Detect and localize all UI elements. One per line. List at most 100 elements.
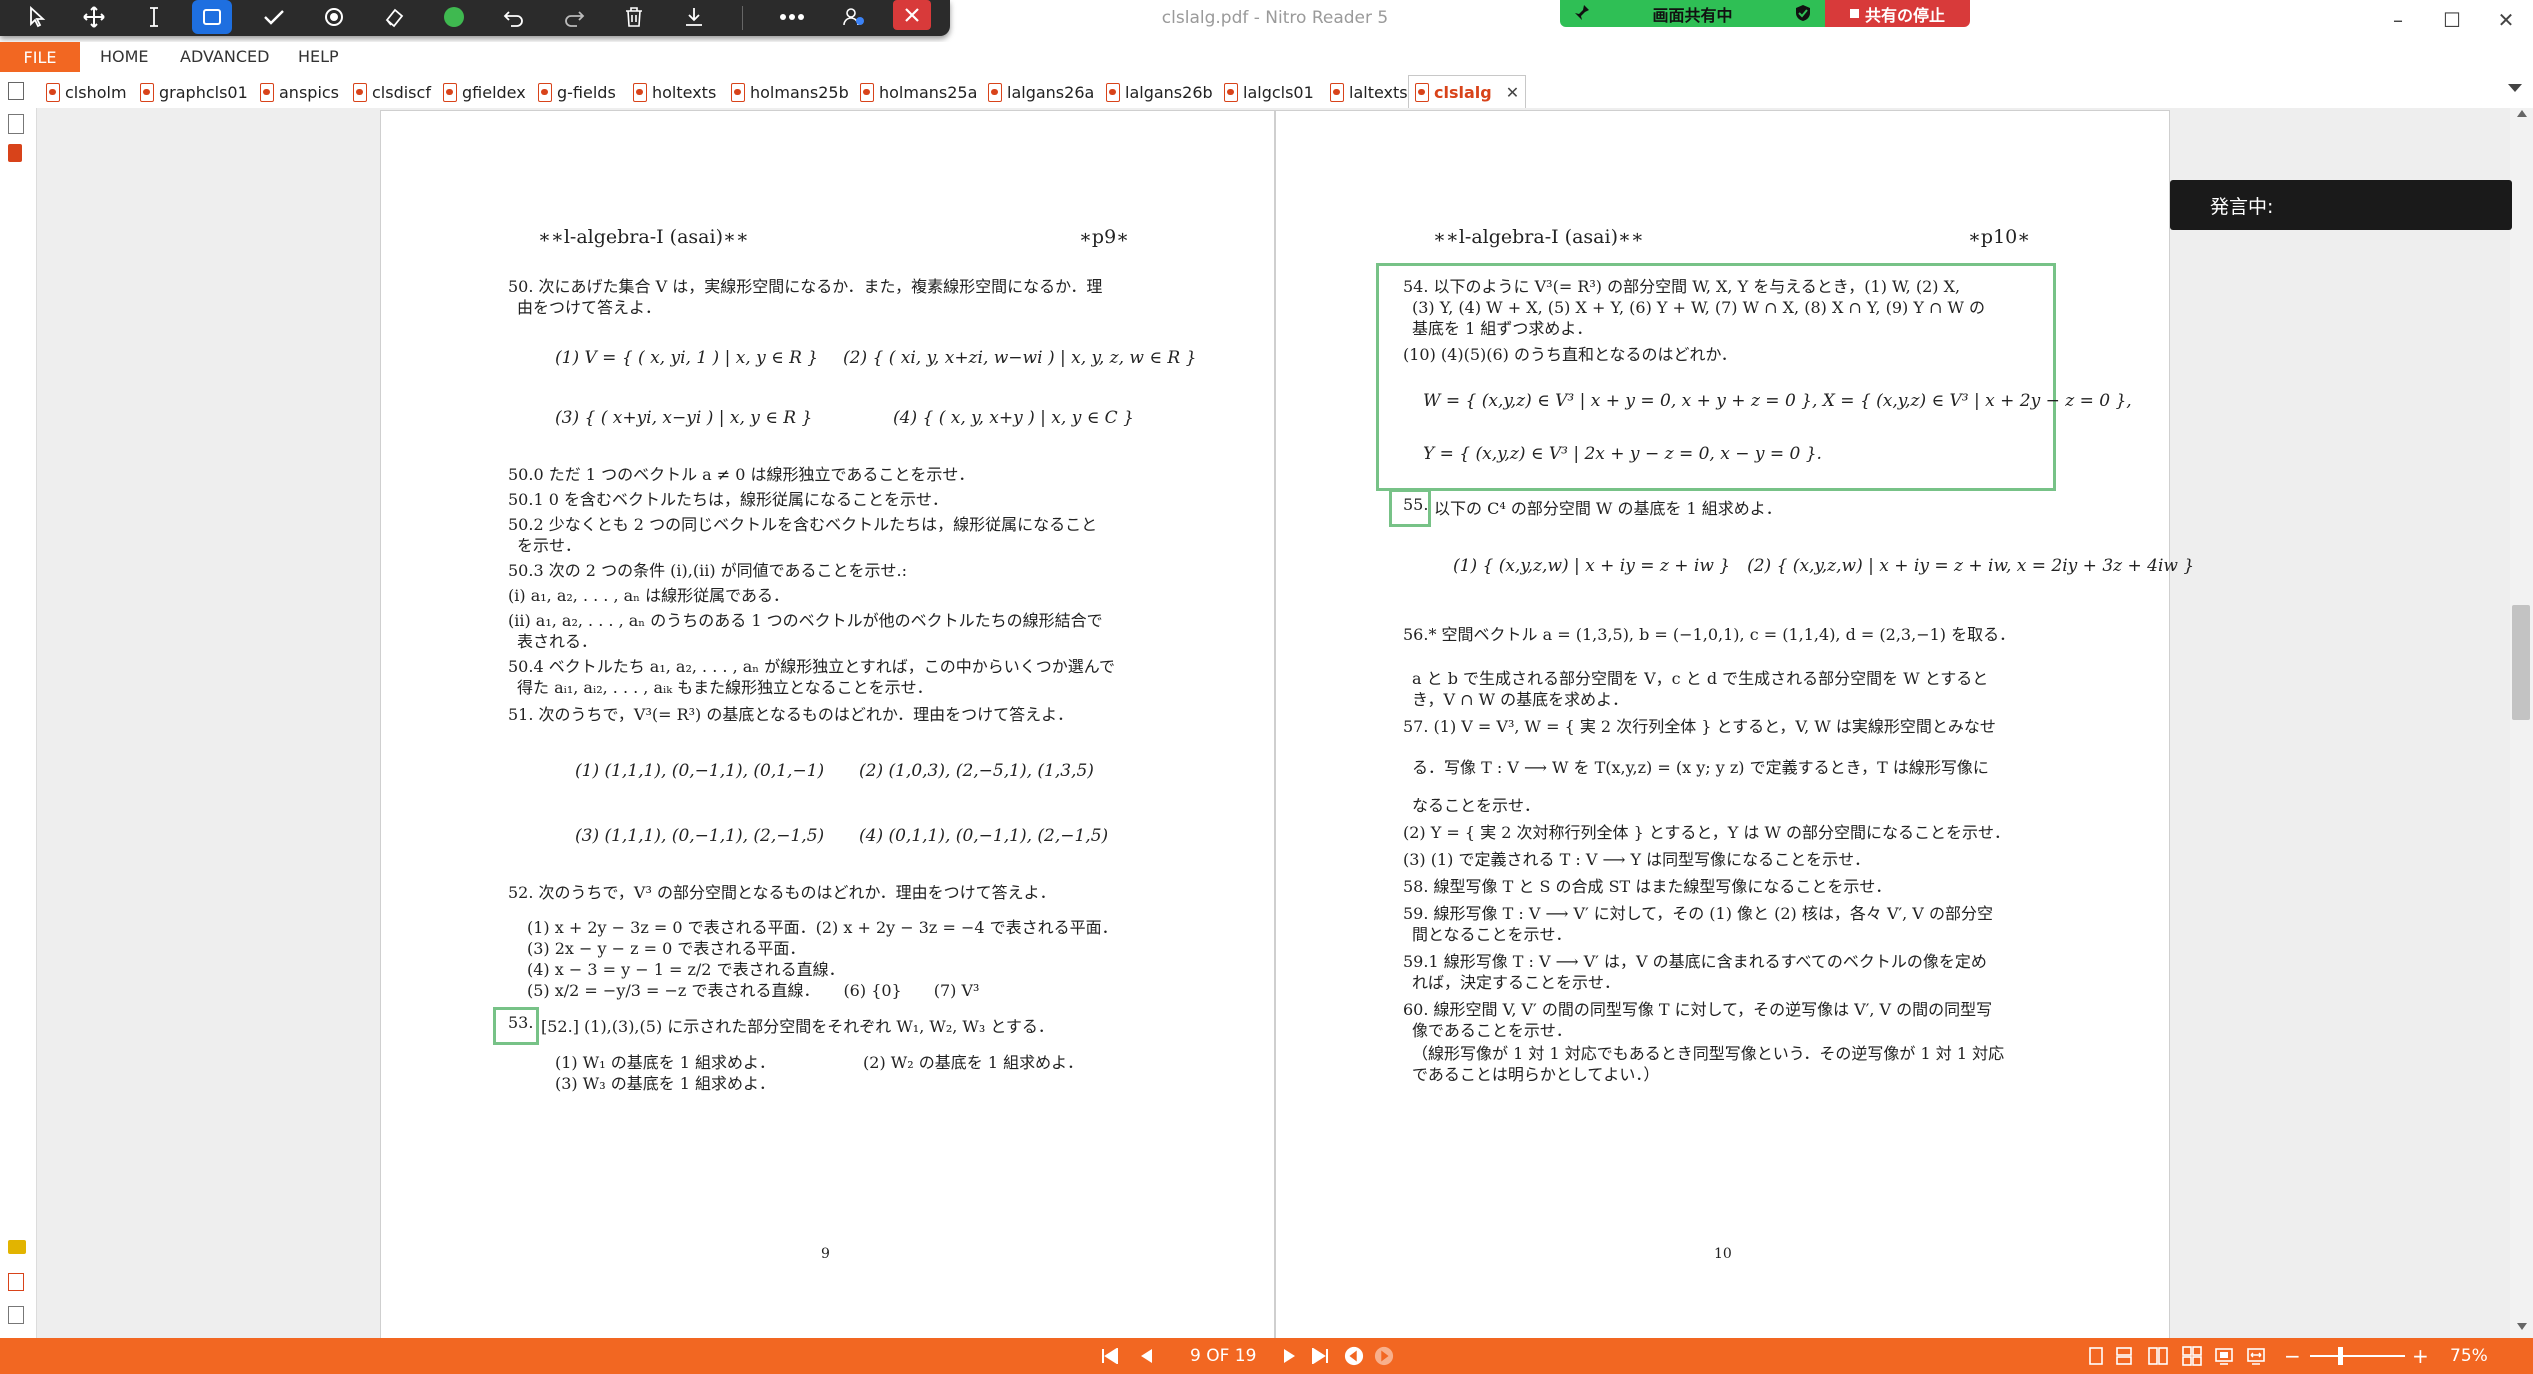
facing-pages-icon[interactable]: [2148, 1346, 2168, 1366]
more-icon[interactable]: [772, 0, 812, 34]
eraser-icon[interactable]: [374, 0, 414, 34]
minimize-button[interactable]: –: [2378, 2, 2418, 38]
single-page-icon[interactable]: [2086, 1346, 2106, 1366]
zoom-in-button[interactable]: +: [2412, 1338, 2429, 1374]
pdf-icon: [731, 82, 745, 102]
cursor-icon[interactable]: [18, 0, 58, 34]
shield-icon: [1795, 4, 1811, 26]
problem-60: 像であることを示せ．: [1412, 1021, 1572, 1040]
tab-label: clsholm: [65, 82, 127, 102]
tab-gfieldex[interactable]: gfieldex: [443, 78, 526, 106]
page-header-left: ∗∗l-algebra-I (asai)∗∗: [1433, 226, 1644, 248]
zoom-slider[interactable]: [2310, 1355, 2405, 1357]
page-indicator[interactable]: 9 OF 19: [1190, 1338, 1256, 1374]
pdf-icon: [260, 82, 274, 102]
problem-50-4: 得た aᵢ₁, aᵢ₂, . . . , aᵢₖ もまた線形独立となることを示せ…: [517, 678, 933, 697]
tab-graphcls01[interactable]: graphcls01: [140, 78, 248, 106]
problem-60-note: であることは明らかとしてよい．）: [1412, 1065, 1660, 1084]
move-icon[interactable]: [74, 0, 114, 34]
stop-sharing-button[interactable]: 共有の停止: [1825, 0, 1970, 27]
problem-55: 以下の C⁴ の部分空間 W の基底を 1 組求めよ．: [1434, 499, 1782, 518]
close-button[interactable]: ✕: [2486, 2, 2526, 38]
next-page-icon[interactable]: [1280, 1346, 1300, 1366]
menu-advanced[interactable]: ADVANCED: [180, 47, 269, 66]
trash-icon[interactable]: [614, 0, 654, 34]
zoom-out-button[interactable]: −: [2284, 1338, 2301, 1374]
stop-sharing-label: 共有の停止: [1864, 5, 1945, 25]
download-icon[interactable]: [674, 0, 714, 34]
tab-label: lalgans26b: [1125, 82, 1213, 102]
previous-page-icon[interactable]: [1136, 1346, 1156, 1366]
zoom-slider-thumb[interactable]: [2338, 1347, 2343, 1365]
pages-icon[interactable]: [8, 114, 24, 134]
toolbar-divider: [742, 6, 743, 30]
color-dot-icon[interactable]: [434, 0, 474, 34]
menu-bar: FILE HOME ADVANCED HELP: [0, 42, 2533, 72]
menu-home[interactable]: HOME: [100, 47, 149, 66]
close-icon[interactable]: [893, 0, 931, 30]
last-page-icon[interactable]: [1310, 1346, 1330, 1366]
continuous-page-icon[interactable]: [2114, 1346, 2134, 1366]
tab-label: graphcls01: [159, 82, 248, 102]
facing-continuous-icon[interactable]: [2182, 1346, 2202, 1366]
problem-50-3-i: (i) a₁, a₂, . . . , aₙ は線形従属である．: [508, 586, 790, 605]
problem-53-item: (3) W₃ の基底を 1 組求めよ．: [555, 1074, 776, 1093]
page-view-icon[interactable]: [8, 82, 24, 100]
forward-view-icon[interactable]: [1374, 1346, 1394, 1366]
menu-help[interactable]: HELP: [298, 47, 339, 66]
fit-page-icon[interactable]: [2214, 1346, 2234, 1366]
tab-holmans25b[interactable]: holmans25b: [731, 78, 849, 106]
pdf-icon: [1224, 82, 1238, 102]
problem-57-2: (2) Y = { 実 2 次対称行列全体 } とすると，Y は W の部分空間…: [1403, 823, 2011, 842]
scroll-up-icon[interactable]: [2517, 110, 2527, 117]
back-view-icon[interactable]: [1344, 1346, 1364, 1366]
file-menu[interactable]: FILE: [0, 42, 80, 72]
problem-54-def-y: Y = { (x,y,z) ∈ V³ | 2x + y − z = 0, x −…: [1423, 444, 1822, 464]
tab-clsholm[interactable]: clsholm: [46, 78, 127, 106]
tab-label: gfieldex: [462, 82, 526, 102]
problem-53-number: 53.: [508, 1013, 534, 1032]
check-icon[interactable]: [254, 0, 294, 34]
text-cursor-icon[interactable]: [134, 0, 174, 34]
problem-50-3-ii: 表される．: [517, 632, 598, 651]
page-number: 9: [821, 1246, 830, 1262]
redo-icon[interactable]: [554, 0, 594, 34]
screen-share-bar: 画面共有中 共有の停止: [1560, 0, 1970, 27]
undo-icon[interactable]: [494, 0, 534, 34]
pdf-icon: [443, 82, 457, 102]
tab-lalgans26b[interactable]: lalgans26b: [1106, 78, 1213, 106]
tab-clsdiscf[interactable]: clsdiscf: [353, 78, 431, 106]
tab-anspics[interactable]: anspics: [260, 78, 339, 106]
scrollbar-thumb[interactable]: [2512, 605, 2530, 720]
record-icon[interactable]: [314, 0, 354, 34]
tab-holmans25a[interactable]: holmans25a: [860, 78, 977, 106]
scroll-down-icon[interactable]: [2517, 1323, 2527, 1330]
first-page-icon[interactable]: [1100, 1346, 1120, 1366]
rectangle-icon[interactable]: [192, 0, 232, 34]
output-icon[interactable]: [8, 1306, 24, 1324]
tabs-dropdown-icon[interactable]: [2508, 84, 2522, 92]
tab-close-icon[interactable]: ✕: [1506, 83, 1519, 102]
people-icon[interactable]: [834, 0, 874, 34]
tab-label: clsdiscf: [372, 82, 431, 102]
tab-label: holtexts: [652, 82, 717, 102]
problem-56: 56.* 空間ベクトル a = (1,3,5), b = (−1,0,1), c…: [1403, 625, 2016, 644]
speaking-indicator: 発言中:: [2170, 180, 2512, 230]
fit-width-icon[interactable]: [2246, 1346, 2266, 1366]
problem-59-1: れば，決定することを示せ．: [1412, 973, 1621, 992]
bookmarks-icon[interactable]: [8, 144, 22, 162]
status-bar: 9 OF 19 − + 75%: [0, 1338, 2533, 1374]
tab-g-fields[interactable]: g-fields: [538, 78, 616, 106]
problem-52-item: (5) x/2 = −y/3 = −z で表される直線． (6) {0} (7)…: [527, 981, 980, 1000]
maximize-button[interactable]: ☐: [2432, 2, 2472, 38]
tab-lalgans26a[interactable]: lalgans26a: [988, 78, 1094, 106]
tab-holtexts[interactable]: holtexts: [633, 78, 716, 106]
zoom-level[interactable]: 75%: [2450, 1338, 2488, 1374]
vertical-scrollbar[interactable]: [2510, 108, 2533, 1338]
problem-51-item-2: (2) (1,0,3), (2,−5,1), (1,3,5): [859, 761, 1094, 781]
attachments-icon[interactable]: [8, 1273, 24, 1291]
tab-laltexts[interactable]: laltexts: [1330, 78, 1408, 106]
comments-icon[interactable]: [8, 1240, 26, 1254]
tab-clslalg-active[interactable]: clslalg ✕: [1408, 75, 1527, 109]
tab-lalgcls01[interactable]: lalgcls01: [1224, 78, 1314, 106]
